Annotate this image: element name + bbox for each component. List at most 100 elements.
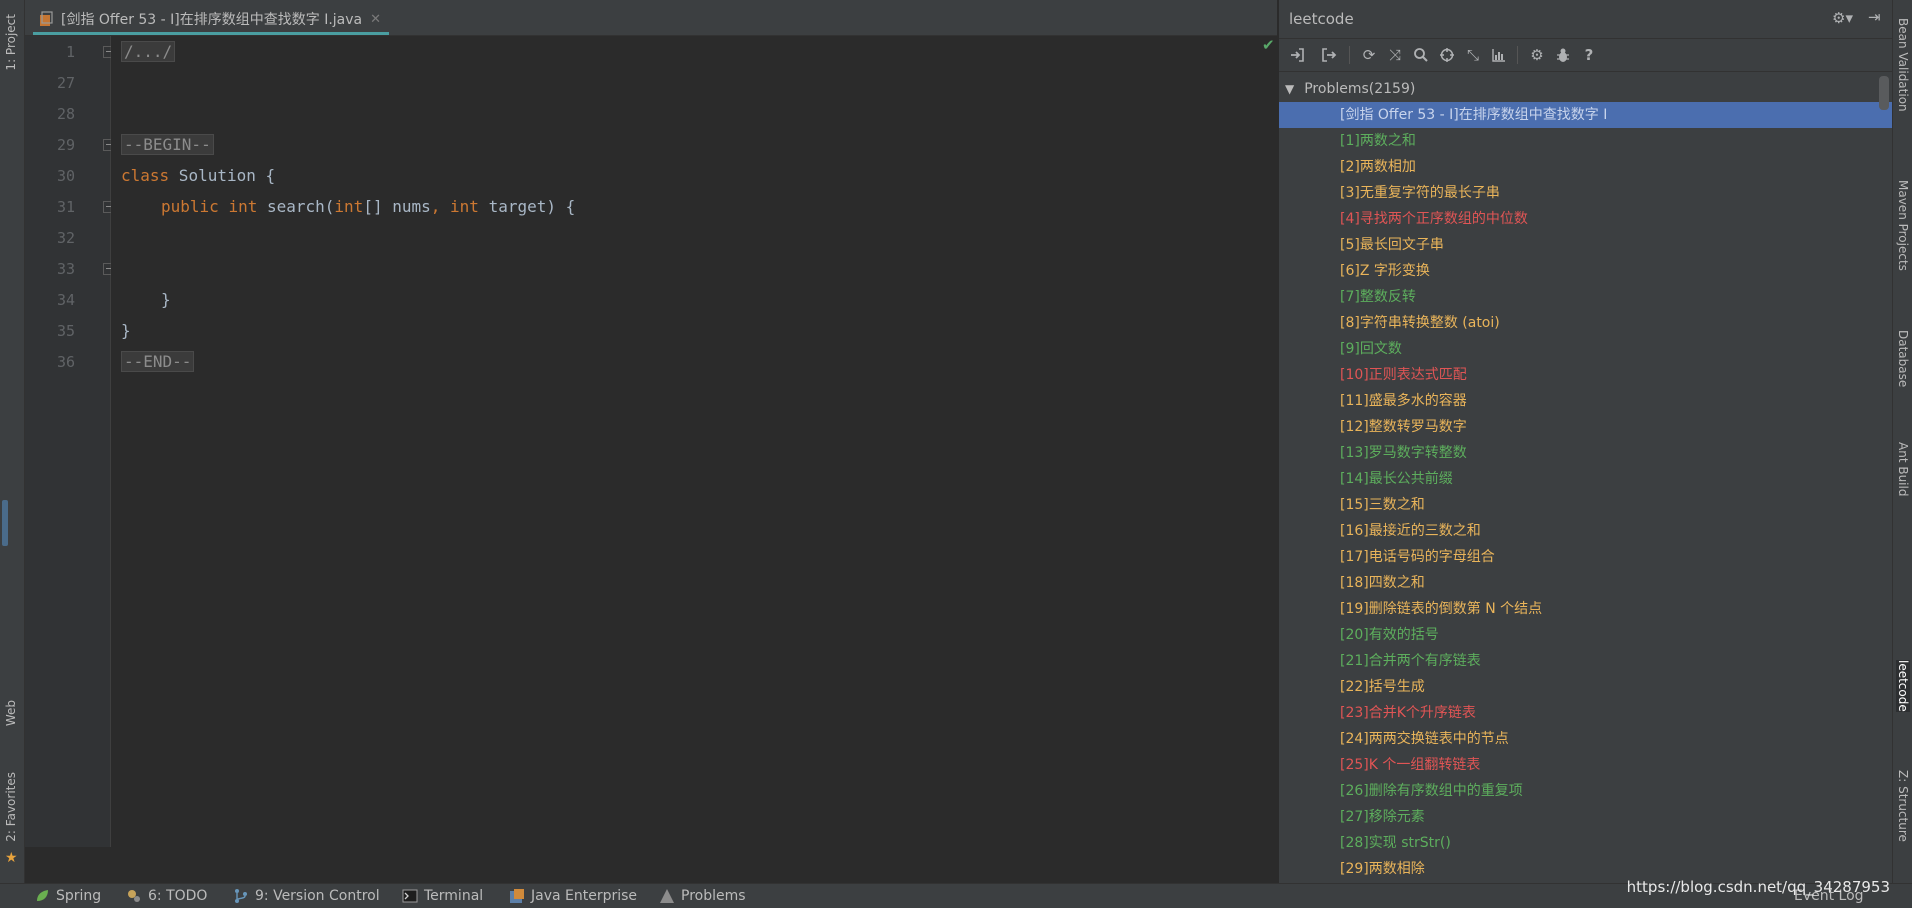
problem-item[interactable]: [12]整数转罗马数字 [1279,414,1893,440]
problem-item[interactable]: [21]合并两个有序链表 [1279,648,1893,674]
problem-item[interactable]: [3]无重复字符的最长子串 [1279,180,1893,206]
problem-label: [8]字符串转换整数 (atoi) [1340,315,1500,331]
problem-label: [1]两数之和 [1340,133,1416,149]
line-number: 27 [56,74,75,92]
problem-item[interactable]: [1]两数之和 [1279,128,1893,154]
memory-indicator [2,500,8,546]
problem-item[interactable]: [14]最长公共前缀 [1279,466,1893,492]
expand-arrow-icon[interactable]: ▼ [1285,82,1294,96]
problem-item[interactable]: [11]盛最多水的容器 [1279,388,1893,414]
close-tab-icon[interactable]: ✕ [370,12,381,27]
terminal-icon [402,888,418,904]
locate-icon[interactable] [1437,45,1457,65]
problem-item[interactable]: [2]两数相加 [1279,154,1893,180]
problem-label: [5]最长回文子串 [1340,237,1444,253]
problem-label: [27]移除元素 [1340,809,1425,825]
problem-item[interactable]: [18]四数之和 [1279,570,1893,596]
warning-icon [659,888,675,904]
folded-region[interactable]: /.../ [121,41,176,62]
ant-build-tool-button[interactable]: Ant Build [1896,442,1910,496]
problem-item[interactable]: [10]正则表达式匹配 [1279,362,1893,388]
sign-out-icon[interactable] [1319,45,1339,65]
tree-scrollbar[interactable] [1879,76,1889,110]
editor-tab-title: [剑指 Offer 53 - I]在排序数组中查找数字 I.java [61,12,363,28]
database-tool-button[interactable]: Database [1896,330,1910,387]
todo-tool-button[interactable]: 6: TODO [126,888,207,904]
chart-icon[interactable] [1489,45,1509,65]
structure-tool-button[interactable]: Z: Structure [1896,770,1910,842]
terminal-tool-button[interactable]: Terminal [402,888,483,904]
problem-item[interactable]: [9]回文数 [1279,336,1893,362]
problem-item[interactable]: [13]罗马数字转整数 [1279,440,1893,466]
shuffle-icon[interactable]: ⤨ [1385,45,1405,65]
problem-item[interactable]: [25]K 个一组翻转链表 [1279,752,1893,778]
sign-in-icon[interactable] [1287,45,1307,65]
problem-item[interactable]: [15]三数之和 [1279,492,1893,518]
todo-label: 6: TODO [148,888,208,904]
right-tool-strip: Bean Validation Maven Projects Database … [1892,0,1912,883]
problem-item[interactable]: [8]字符串转换整数 (atoi) [1279,310,1893,336]
favorites-tool-button[interactable]: 2: Favorites [4,772,18,842]
refresh-icon[interactable]: ⟳ [1359,45,1379,65]
tree-root-node[interactable]: ▼ Problems(2159) [1279,76,1415,102]
project-tool-button[interactable]: 1: Project [4,14,18,71]
leetcode-tool-button[interactable]: leetcode [1896,660,1910,712]
code-editor[interactable]: /.../ --BEGIN-- class Solution { public … [111,36,1277,847]
spring-tool-button[interactable]: Spring [34,888,101,904]
problem-label: [26]删除有序数组中的重复项 [1340,783,1523,799]
java-enterprise-tool-button[interactable]: Java Enterprise [509,888,637,904]
version-control-tool-button[interactable]: 9: Version Control [233,888,380,904]
bug-icon[interactable] [1553,45,1573,65]
code-keyword: public [161,197,219,216]
watermark-text: https://blog.csdn.net/qq_34287953 [1626,878,1890,896]
bottom-tool-bar: Spring 6: TODO 9: Version Control Termin… [0,883,1912,908]
version-control-label: 9: Version Control [255,888,380,904]
problem-item[interactable]: [22]括号生成 [1279,674,1893,700]
editor-tab-active[interactable]: [剑指 Offer 53 - I]在排序数组中查找数字 I.java ✕ [33,6,390,35]
gear-icon[interactable]: ⚙▾ [1832,9,1853,27]
problems-label: Problems [681,888,746,904]
problem-item[interactable]: [17]电话号码的字母组合 [1279,544,1893,570]
leetcode-toolbar: ⟳ ⤨ ⤡ ⚙ ? [1279,39,1893,72]
problem-label: [18]四数之和 [1340,575,1425,591]
problems-tool-button[interactable]: Problems [659,888,746,904]
problem-item[interactable]: [24]两两交换链表中的节点 [1279,726,1893,752]
left-tool-strip: 1: Project Web 2: Favorites ★ [0,0,25,883]
problem-label: [19]删除链表的倒数第 N 个结点 [1340,601,1543,617]
bean-validation-tool-button[interactable]: Bean Validation [1896,18,1910,112]
problem-item[interactable]: [28]实现 strStr() [1279,830,1893,856]
code-text: } [121,321,131,340]
editor-gutter: 1 27 28 29 30 31 32 33 34 35 36 [25,36,115,847]
todo-icon [126,888,142,904]
branch-icon [233,888,249,904]
web-tool-button[interactable]: Web [4,700,18,726]
problem-item-selected[interactable]: [剑指 Offer 53 - I]在排序数组中查找数字 I [1279,102,1893,128]
problem-item[interactable]: [26]删除有序数组中的重复项 [1279,778,1893,804]
problem-label: [剑指 Offer 53 - I]在排序数组中查找数字 I [1340,107,1608,123]
code-keyword: int [450,197,479,216]
problem-item[interactable]: [27]移除元素 [1279,804,1893,830]
search-icon[interactable] [1411,45,1431,65]
problem-item[interactable]: [20]有效的括号 [1279,622,1893,648]
code-keyword: int [228,197,258,216]
problem-item[interactable]: [19]删除链表的倒数第 N 个结点 [1279,596,1893,622]
maven-projects-tool-button[interactable]: Maven Projects [1896,180,1910,271]
problem-item[interactable]: [6]Z 字形变换 [1279,258,1893,284]
hide-panel-icon[interactable]: ⇥ [1868,8,1881,26]
problem-item[interactable]: [4]寻找两个正序数组的中位数 [1279,206,1893,232]
gear-icon[interactable]: ⚙ [1527,45,1547,65]
problem-item[interactable]: [16]最接近的三数之和 [1279,518,1893,544]
problem-item[interactable]: [7]整数反转 [1279,284,1893,310]
code-text: [] nums [363,197,431,216]
help-icon[interactable]: ? [1579,45,1599,65]
line-number: 31 [56,198,75,216]
java-enterprise-icon [509,888,525,904]
line-number: 32 [56,229,75,247]
line-number: 1 [65,43,75,61]
line-number: 34 [56,291,75,309]
problem-label: [13]罗马数字转整数 [1340,445,1467,461]
problem-item[interactable]: [5]最长回文子串 [1279,232,1893,258]
problem-label: [3]无重复字符的最长子串 [1340,185,1500,201]
problem-item[interactable]: [23]合并K个升序链表 [1279,700,1893,726]
collapse-icon[interactable]: ⤡ [1463,45,1483,65]
